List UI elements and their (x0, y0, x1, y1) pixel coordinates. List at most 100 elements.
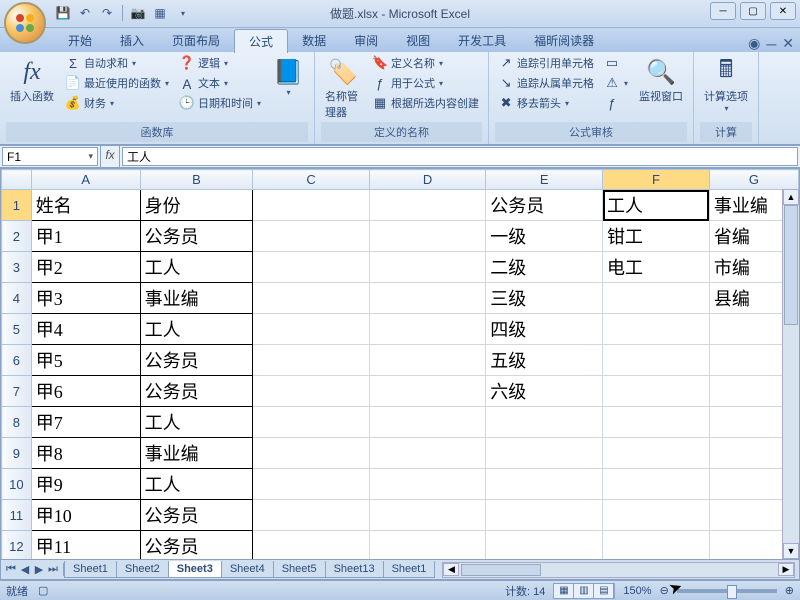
scroll-left-icon[interactable]: ◀ (443, 563, 459, 576)
row-header-8[interactable]: 8 (2, 407, 32, 438)
cell-E5[interactable]: 四级 (486, 314, 603, 345)
last-sheet-icon[interactable]: ⏭ (47, 563, 59, 576)
cell-F12[interactable] (603, 531, 710, 560)
cell-D12[interactable] (369, 531, 485, 560)
calc-options-button[interactable]: 🖩 计算选项▾ (700, 54, 752, 115)
zoom-in-icon[interactable]: ⊕ (785, 584, 794, 597)
trace-dependents-button[interactable]: ↘追踪从属单元格 (495, 74, 597, 92)
sheet-tab-Sheet13[interactable]: Sheet13 (325, 561, 384, 578)
cell-F2[interactable]: 钳工 (603, 221, 710, 252)
autosum-button[interactable]: Σ自动求和▾ (62, 54, 172, 72)
cell-E6[interactable]: 五级 (486, 345, 603, 376)
qat-customize-icon[interactable]: ▾ (174, 4, 192, 22)
cell-D5[interactable] (369, 314, 485, 345)
cell-E1[interactable]: 公务员 (486, 190, 603, 221)
cell-A8[interactable]: 甲7 (31, 407, 140, 438)
cell-A10[interactable]: 甲9 (31, 469, 140, 500)
ribbon-tab-0[interactable]: 开始 (54, 29, 106, 52)
column-header-F[interactable]: F (603, 170, 710, 190)
cell-C5[interactable] (253, 314, 369, 345)
cell-F3[interactable]: 电工 (603, 252, 710, 283)
cell-C11[interactable] (253, 500, 369, 531)
cell-D9[interactable] (369, 438, 485, 469)
cell-D6[interactable] (369, 345, 485, 376)
row-header-11[interactable]: 11 (2, 500, 32, 531)
cell-D1[interactable] (369, 190, 485, 221)
office-button[interactable] (4, 2, 46, 44)
ribbon-tab-7[interactable]: 开发工具 (444, 29, 520, 52)
camera-icon[interactable]: 📷 (129, 4, 147, 22)
first-sheet-icon[interactable]: ⏮ (5, 563, 17, 576)
row-header-12[interactable]: 12 (2, 531, 32, 560)
cell-C7[interactable] (253, 376, 369, 407)
cell-D11[interactable] (369, 500, 485, 531)
column-header-B[interactable]: B (140, 170, 253, 190)
cell-D7[interactable] (369, 376, 485, 407)
page-break-view-icon[interactable]: ▤ (594, 584, 614, 598)
cell-F4[interactable] (603, 283, 710, 314)
minimize-button[interactable]: ─ (710, 2, 736, 20)
close-button[interactable]: ✕ (770, 2, 796, 20)
row-header-9[interactable]: 9 (2, 438, 32, 469)
hscroll-thumb[interactable] (461, 564, 541, 576)
row-header-2[interactable]: 2 (2, 221, 32, 252)
zoom-slider[interactable] (677, 589, 777, 593)
cell-F9[interactable] (603, 438, 710, 469)
column-header-G[interactable]: G (709, 170, 798, 190)
create-from-selection-button[interactable]: ▦根据所选内容创建 (369, 94, 482, 112)
row-header-5[interactable]: 5 (2, 314, 32, 345)
trace-precedents-button[interactable]: ↗追踪引用单元格 (495, 54, 597, 72)
name-manager-button[interactable]: 🏷️ 名称管理器 (321, 54, 365, 122)
cell-D8[interactable] (369, 407, 485, 438)
row-header-10[interactable]: 10 (2, 469, 32, 500)
horizontal-scrollbar[interactable]: ◀ ▶ (442, 562, 795, 578)
cell-E2[interactable]: 一级 (486, 221, 603, 252)
cell-E9[interactable] (486, 438, 603, 469)
vertical-scrollbar[interactable]: ▲ ▼ (782, 189, 799, 559)
ribbon-tab-6[interactable]: 视图 (392, 29, 444, 52)
cell-D4[interactable] (369, 283, 485, 314)
ribbon-tab-5[interactable]: 审阅 (340, 29, 392, 52)
cell-F7[interactable] (603, 376, 710, 407)
cell-D2[interactable] (369, 221, 485, 252)
cell-B8[interactable]: 工人 (140, 407, 253, 438)
next-sheet-icon[interactable]: ▶ (33, 563, 45, 576)
recent-functions-button[interactable]: 📄最近使用的函数▾ (62, 74, 172, 92)
watch-window-button[interactable]: 🔍 监视窗口 (635, 54, 687, 106)
scroll-up-icon[interactable]: ▲ (783, 189, 799, 205)
cell-D10[interactable] (369, 469, 485, 500)
column-header-A[interactable]: A (31, 170, 140, 190)
cell-B3[interactable]: 工人 (140, 252, 253, 283)
use-in-formula-button[interactable]: ƒ用于公式▾ (369, 74, 482, 92)
cell-F11[interactable] (603, 500, 710, 531)
cell-B7[interactable]: 公务员 (140, 376, 253, 407)
scroll-right-icon[interactable]: ▶ (778, 563, 794, 576)
cell-B10[interactable]: 工人 (140, 469, 253, 500)
ribbon-tab-8[interactable]: 福昕阅读器 (520, 29, 608, 52)
cell-B6[interactable]: 公务员 (140, 345, 253, 376)
more-functions-button[interactable]: 📘▾ (268, 54, 308, 99)
normal-view-icon[interactable]: ▦ (554, 584, 574, 598)
datetime-button[interactable]: 🕒日期和时间▾ (176, 94, 264, 112)
cell-E12[interactable] (486, 531, 603, 560)
ribbon-minimize-icon[interactable]: ─ (766, 36, 776, 52)
cell-F10[interactable] (603, 469, 710, 500)
cell-F6[interactable] (603, 345, 710, 376)
cell-B1[interactable]: 身份 (140, 190, 253, 221)
prev-sheet-icon[interactable]: ◀ (19, 563, 31, 576)
select-all-corner[interactable] (2, 170, 32, 190)
row-header-6[interactable]: 6 (2, 345, 32, 376)
cell-E4[interactable]: 三级 (486, 283, 603, 314)
text-button[interactable]: Ａ文本▾ (176, 74, 264, 92)
macro-record-icon[interactable]: ▢ (38, 584, 48, 597)
column-header-C[interactable]: C (253, 170, 369, 190)
cell-A6[interactable]: 甲5 (31, 345, 140, 376)
cell-B12[interactable]: 公务员 (140, 531, 253, 560)
cell-B4[interactable]: 事业编 (140, 283, 253, 314)
cell-A7[interactable]: 甲6 (31, 376, 140, 407)
sheet-tab-Sheet1[interactable]: Sheet1 (64, 561, 117, 578)
cell-A2[interactable]: 甲1 (31, 221, 140, 252)
cell-A12[interactable]: 甲11 (31, 531, 140, 560)
cell-C6[interactable] (253, 345, 369, 376)
show-formulas-button[interactable]: ▭ (601, 54, 631, 72)
